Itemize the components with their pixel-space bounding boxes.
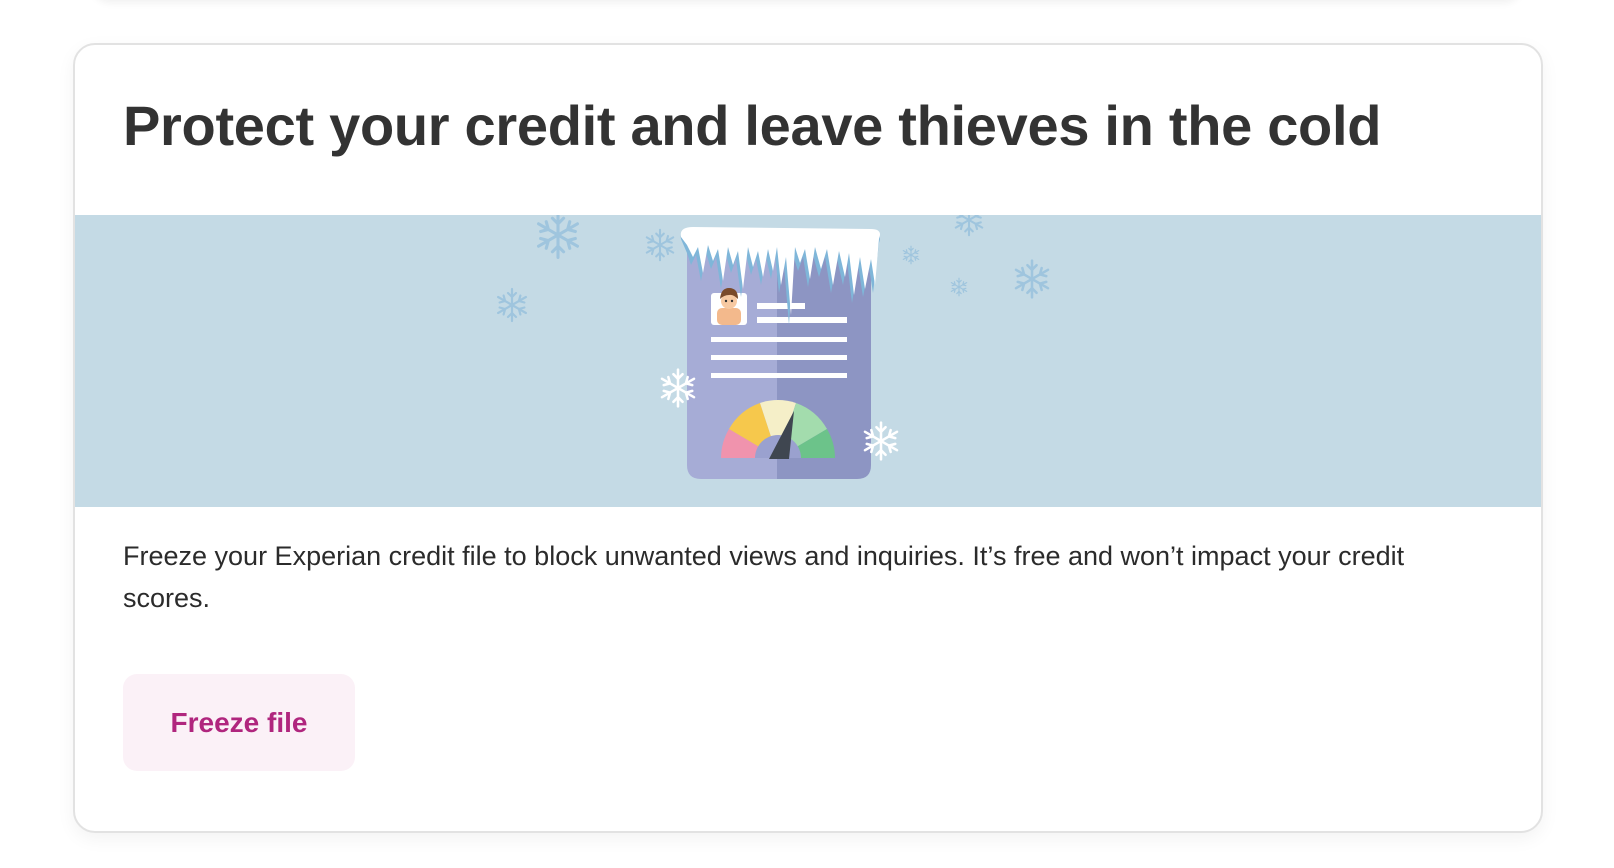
illustration-banner bbox=[75, 215, 1541, 507]
person-avatar-icon bbox=[711, 288, 747, 325]
frozen-credit-report-illustration bbox=[497, 215, 1050, 479]
snowflake-icon bbox=[1014, 259, 1050, 299]
snowflake-icon bbox=[954, 215, 984, 237]
snowflake-icon bbox=[645, 228, 675, 262]
card-description: Freeze your Experian credit file to bloc… bbox=[123, 541, 1405, 613]
credit-report-icon bbox=[680, 227, 880, 479]
snowflake-icon bbox=[497, 287, 528, 323]
card-title: Protect your credit and leave thieves in… bbox=[123, 94, 1382, 157]
snowflake-icon bbox=[537, 215, 579, 259]
freeze-file-button[interactable]: Freeze file bbox=[123, 674, 355, 771]
snowflake-icon bbox=[902, 245, 920, 265]
credit-freeze-card: Protect your credit and leave thieves in… bbox=[73, 43, 1543, 833]
snowflake-icon bbox=[950, 277, 968, 297]
